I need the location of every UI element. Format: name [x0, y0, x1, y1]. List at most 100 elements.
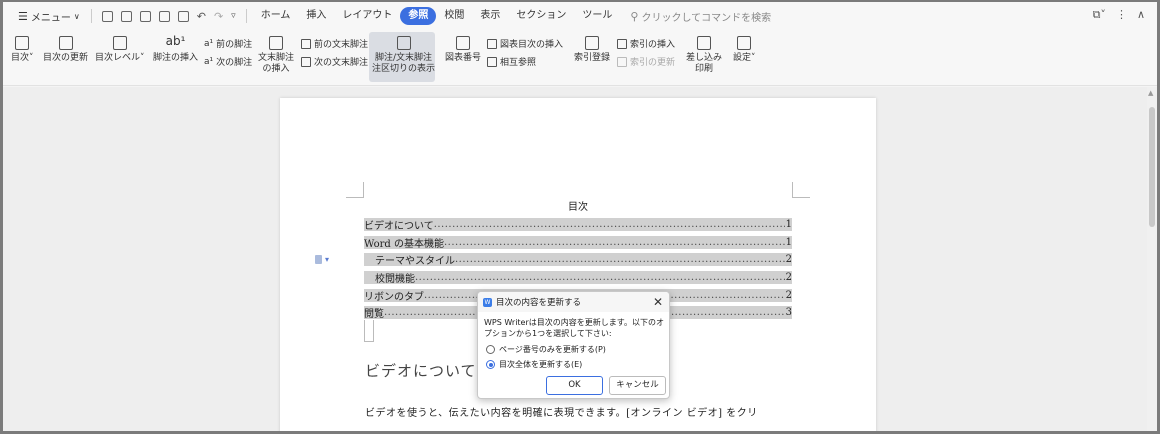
- crop-mark: [364, 320, 374, 342]
- redo-icon[interactable]: ↷: [214, 10, 223, 23]
- separator: [90, 9, 92, 23]
- radio-update-page-numbers[interactable]: ページ番号のみを更新する(P): [486, 344, 606, 355]
- customize-toolbar-icon[interactable]: ▿: [231, 11, 236, 21]
- chevron-down-icon: ∨: [73, 11, 80, 21]
- share-icon[interactable]: ⧉˅: [1093, 8, 1106, 22]
- open-file-icon[interactable]: [101, 10, 113, 22]
- next-footnote-icon: a¹: [204, 56, 214, 67]
- ribbon-references: 目次˅ 目次の更新 目次レベル˅ ab¹ 脚注の挿入 a¹ 前の脚注 a¹ 次の脚注…: [3, 30, 1157, 86]
- print-icon[interactable]: [158, 10, 170, 22]
- body-paragraph: ビデオを使うと、伝えたい内容を明確に表現できます。[オンライン ビデオ] をクリ: [365, 408, 758, 419]
- tab-tools[interactable]: ツール: [574, 7, 620, 25]
- toc-title: 目次: [568, 202, 588, 213]
- dialog-titlebar: W 目次の内容を更新する: [478, 292, 669, 312]
- dialog-title: 目次の内容を更新する: [496, 298, 582, 308]
- update-index-icon: [617, 56, 627, 67]
- mail-merge-button[interactable]: 差し込み 印刷: [686, 36, 722, 75]
- ok-button[interactable]: OK: [546, 376, 603, 395]
- table-of-figures-icon: [487, 38, 497, 49]
- mark-entry-button[interactable]: 索引登録: [574, 36, 610, 64]
- insert-index-icon: [617, 38, 627, 49]
- menu-button[interactable]: ☰ メニュー ∨: [13, 6, 85, 26]
- radio-label: 目次全体を更新する(E): [499, 360, 583, 369]
- note-separator-icon: [396, 36, 411, 50]
- toc-entry[interactable]: Word の基本機能 .............................…: [364, 236, 792, 249]
- vertical-scrollbar[interactable]: ▲: [1147, 87, 1157, 431]
- document-icon: [315, 255, 322, 264]
- separator: [245, 9, 247, 23]
- close-icon[interactable]: ✕: [653, 295, 663, 309]
- next-footnote-button[interactable]: a¹ 次の脚注: [204, 55, 252, 69]
- settings-icon: [737, 36, 752, 50]
- caption-button[interactable]: 図表番号: [445, 36, 481, 64]
- insert-footnote-button[interactable]: ab¹ 脚注の挿入: [153, 34, 199, 64]
- dialog-message: WPS Writerは目次の内容を更新します。以下のオプションから1つを選択して…: [484, 318, 664, 338]
- endnote-icon: [269, 36, 283, 50]
- update-index-button[interactable]: 索引の更新: [617, 55, 675, 68]
- insert-index-button[interactable]: 索引の挿入: [617, 37, 675, 50]
- tab-insert[interactable]: 挿入: [298, 7, 334, 25]
- scrollbar-thumb[interactable]: [1149, 107, 1155, 227]
- prev-endnote-icon: [301, 38, 311, 49]
- show-note-separator-button[interactable]: 脚注/文末脚注 注区切りの表示: [372, 36, 435, 75]
- chevron-down-icon: ▾: [325, 255, 330, 264]
- prev-footnote-icon: a¹: [204, 38, 214, 49]
- mark-entry-icon: [585, 36, 599, 50]
- tab-home[interactable]: ホーム: [253, 7, 299, 25]
- prev-endnote-button[interactable]: 前の文末脚注: [301, 37, 368, 50]
- crop-mark: [792, 182, 810, 198]
- toc-icon: [15, 36, 30, 50]
- export-pdf-icon[interactable]: [139, 10, 151, 22]
- scroll-up-icon[interactable]: ▲: [1148, 89, 1153, 97]
- radio-label: ページ番号のみを更新する(P): [499, 345, 606, 354]
- insert-endnote-button[interactable]: 文末脚注 の挿入: [258, 36, 294, 75]
- app-window: ☰ メニュー ∨ ↶ ↷ ▿ ホーム 挿入 レイアウト 参照 校閲 表示 セクシ…: [0, 0, 1160, 434]
- tab-view[interactable]: 表示: [472, 7, 508, 25]
- radio-update-entire-table[interactable]: 目次全体を更新する(E): [486, 359, 582, 370]
- insert-table-of-figures-button[interactable]: 図表目次の挿入: [487, 37, 563, 50]
- radio-button-selected[interactable]: [486, 360, 495, 369]
- next-endnote-icon: [301, 56, 311, 67]
- tab-references[interactable]: 参照: [400, 7, 437, 25]
- toc-entry[interactable]: テーマやスタイル ...............................…: [364, 253, 792, 266]
- insert-footnote-label: 脚注の挿入: [153, 53, 199, 63]
- search-icon: ⚲: [630, 9, 639, 23]
- next-endnote-button[interactable]: 次の文末脚注: [301, 55, 368, 68]
- wps-writer-icon: W: [483, 297, 492, 307]
- cancel-button[interactable]: キャンセル: [609, 376, 666, 395]
- window-controls: ⧉˅ ⋮ ∧: [1093, 8, 1145, 22]
- hamburger-icon: ☰: [18, 9, 28, 23]
- cross-reference-icon: [487, 56, 497, 67]
- prev-footnote-button[interactable]: a¹ 前の脚注: [204, 37, 252, 51]
- update-toc-button[interactable]: 目次の更新: [43, 36, 88, 64]
- toc-level-label: 目次レベル: [95, 53, 141, 63]
- radio-button[interactable]: [486, 345, 495, 354]
- toc-level-icon: [112, 36, 127, 50]
- toc-button[interactable]: 目次˅: [11, 36, 34, 64]
- update-toc-dialog: W 目次の内容を更新する ✕ WPS Writerは目次の内容を更新します。以下…: [477, 291, 670, 399]
- tab-section[interactable]: セクション: [508, 7, 574, 25]
- toc-level-button[interactable]: 目次レベル˅: [95, 36, 145, 64]
- menu-label: メニュー: [30, 12, 71, 24]
- more-icon[interactable]: ⋮: [1116, 8, 1127, 22]
- cross-reference-button[interactable]: 相互参照: [487, 55, 536, 68]
- tab-layout[interactable]: レイアウト: [334, 7, 400, 25]
- menu-bar: ☰ メニュー ∨ ↶ ↷ ▿ ホーム 挿入 レイアウト 参照 校閲 表示 セクシ…: [3, 2, 1157, 30]
- footnote-icon: ab¹: [165, 34, 186, 48]
- toc-entry[interactable]: 校閲機能 ...................................…: [364, 271, 792, 284]
- tab-review[interactable]: 校閲: [436, 7, 472, 25]
- command-search[interactable]: ⚲ クリックしてコマンドを検索: [630, 9, 771, 24]
- image-caption-icon: [456, 36, 470, 50]
- undo-icon[interactable]: ↶: [197, 10, 206, 23]
- toc-entry[interactable]: ビデオについて ................................…: [364, 218, 792, 231]
- settings-button[interactable]: 設定˅: [733, 36, 756, 64]
- section-heading: ビデオについて: [365, 362, 477, 380]
- mail-icon: [697, 36, 711, 50]
- print-preview-icon[interactable]: [177, 10, 189, 22]
- toc-label: 目次: [11, 53, 30, 63]
- collapse-ribbon-icon[interactable]: ∧: [1137, 8, 1145, 22]
- save-icon[interactable]: [120, 10, 132, 22]
- search-placeholder: クリックしてコマンドを検索: [641, 12, 772, 24]
- update-toc-icon: [58, 36, 73, 50]
- paragraph-handle[interactable]: ▾: [315, 255, 329, 264]
